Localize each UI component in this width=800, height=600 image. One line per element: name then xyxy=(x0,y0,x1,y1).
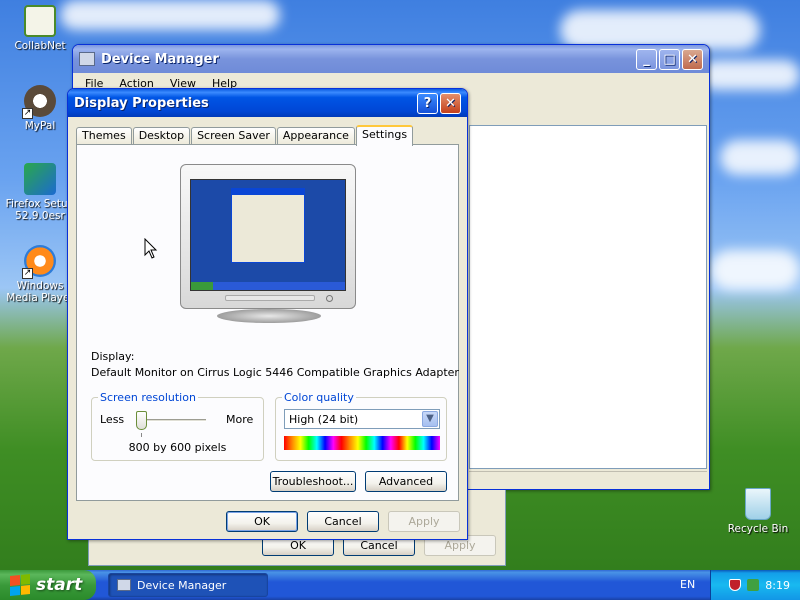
ok-button[interactable]: OK xyxy=(226,511,298,532)
window-title: Device Manager xyxy=(101,51,219,67)
tab-settings[interactable]: Settings xyxy=(355,125,414,146)
cloud xyxy=(720,140,800,175)
color-quality-group: Color quality High (24 bit) ▼ xyxy=(275,391,447,461)
taskbar: start Device Manager EN 8:19 xyxy=(0,570,800,600)
cloud xyxy=(60,0,280,30)
cloud xyxy=(700,60,800,90)
maximize-button[interactable]: □ xyxy=(659,48,680,70)
advanced-button[interactable]: Advanced xyxy=(365,471,447,492)
language-indicator[interactable]: EN xyxy=(680,578,695,591)
task-label: Device Manager xyxy=(137,578,227,592)
cloud xyxy=(710,250,800,290)
display-properties-window[interactable]: Display Properties ? ✕ Themes Desktop Sc… xyxy=(67,88,468,540)
power-button-icon xyxy=(326,295,333,302)
monitor-bezel-strip xyxy=(225,295,315,301)
collabnet-icon xyxy=(24,5,56,37)
preview-taskbar xyxy=(191,282,345,290)
device-tree-pane[interactable] xyxy=(469,125,707,469)
help-button[interactable]: ? xyxy=(417,92,438,114)
color-quality-select[interactable]: High (24 bit) ▼ xyxy=(284,409,440,429)
less-label: Less xyxy=(100,413,125,426)
display-label: Display: xyxy=(91,350,135,363)
minimize-button[interactable]: _ xyxy=(636,48,657,70)
windows-logo-icon xyxy=(10,573,30,597)
recycle-bin-icon xyxy=(745,488,771,520)
tab-themes[interactable]: Themes xyxy=(76,127,132,145)
media-player-icon: ↗ xyxy=(22,245,56,279)
computer-icon xyxy=(117,579,131,591)
mypal-icon: ↗ xyxy=(22,85,56,119)
dialog-title: Display Properties xyxy=(74,95,209,111)
monitor-preview xyxy=(180,164,356,309)
mouse-pointer-icon xyxy=(144,238,158,259)
system-tray: 8:19 xyxy=(710,570,800,600)
tab-strip: Themes Desktop Screen Saver Appearance S… xyxy=(76,125,414,146)
chevron-down-icon[interactable]: ▼ xyxy=(422,411,438,427)
cancel-button[interactable]: Cancel xyxy=(307,511,379,532)
resolution-value: 800 by 600 pixels xyxy=(128,441,227,454)
clock[interactable]: 8:19 xyxy=(765,579,790,592)
device-manager-titlebar[interactable]: Device Manager _ □ ✕ xyxy=(73,45,709,73)
preview-window xyxy=(231,188,305,263)
taskbar-item-device-manager[interactable]: Device Manager xyxy=(108,573,268,597)
monitor-screen xyxy=(190,179,346,291)
security-shield-icon[interactable] xyxy=(729,579,742,591)
more-label: More xyxy=(226,413,254,426)
tab-screen-saver[interactable]: Screen Saver xyxy=(191,127,276,145)
close-button[interactable]: ✕ xyxy=(682,48,703,70)
network-icon[interactable] xyxy=(747,579,760,591)
start-label: start xyxy=(36,575,83,595)
start-button[interactable]: start xyxy=(0,570,96,600)
color-spectrum-bar xyxy=(284,436,440,450)
firefox-setup-icon xyxy=(24,163,56,195)
screen-resolution-group: Screen resolution Less More 800 by 600 p… xyxy=(91,391,264,461)
desktop-icon-recycle-bin[interactable]: Recycle Bin xyxy=(720,488,796,535)
color-quality-value: High (24 bit) xyxy=(289,413,359,426)
close-button[interactable]: ✕ xyxy=(440,92,461,114)
display-value: Default Monitor on Cirrus Logic 5446 Com… xyxy=(91,366,459,379)
resolution-slider-thumb[interactable] xyxy=(136,411,147,430)
tab-appearance[interactable]: Appearance xyxy=(276,127,355,145)
status-bar xyxy=(469,471,707,487)
tab-desktop[interactable]: Desktop xyxy=(132,127,191,145)
desktop-icon-collabnet[interactable]: CollabNet xyxy=(2,5,78,52)
troubleshoot-button[interactable]: Troubleshoot... xyxy=(270,471,356,492)
settings-panel: Display: Default Monitor on Cirrus Logic… xyxy=(76,144,459,501)
display-properties-titlebar[interactable]: Display Properties ? ✕ xyxy=(68,89,467,117)
color-quality-legend: Color quality xyxy=(282,391,356,404)
monitor-stand xyxy=(217,309,321,323)
apply-button[interactable]: Apply xyxy=(388,511,460,532)
screen-resolution-legend: Screen resolution xyxy=(98,391,198,404)
computer-icon xyxy=(79,52,95,66)
slider-tick xyxy=(141,433,142,437)
